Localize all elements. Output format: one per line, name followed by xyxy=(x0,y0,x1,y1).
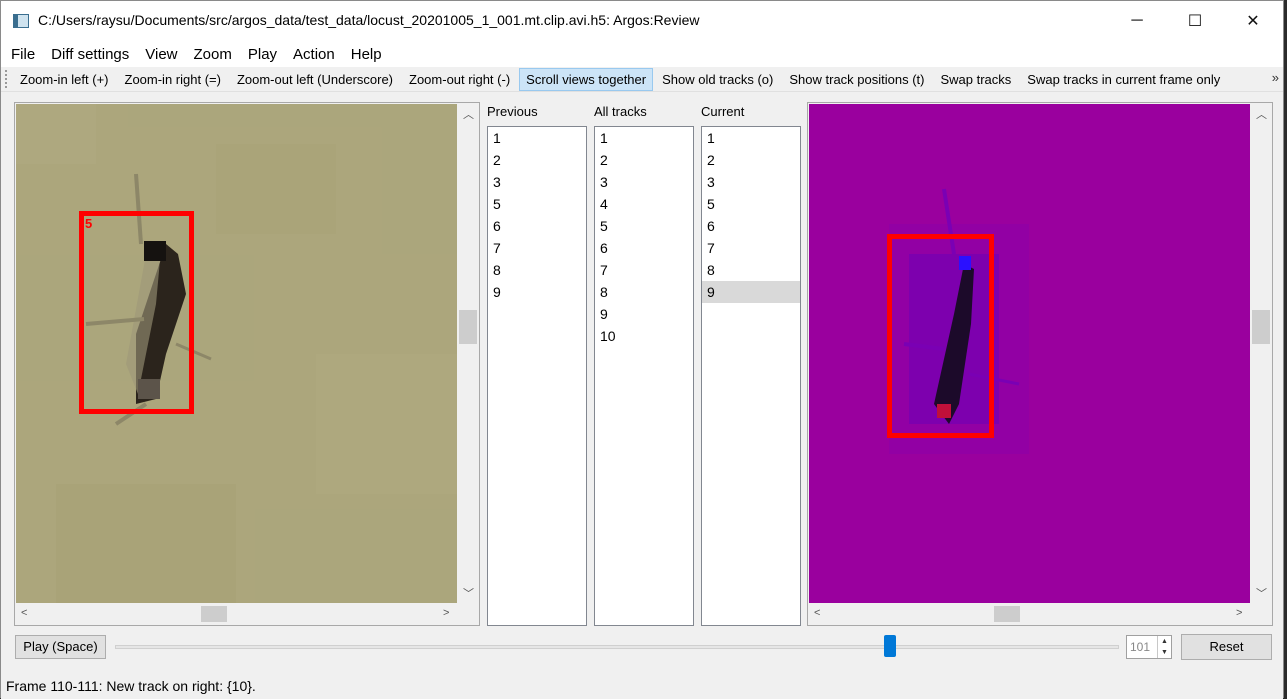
zoom-in-right-button[interactable]: Zoom-in right (=) xyxy=(118,68,228,91)
left-track-label: 5 xyxy=(85,216,93,231)
right-frame-canvas[interactable] xyxy=(809,104,1251,604)
play-button[interactable]: Play (Space) xyxy=(15,635,106,659)
show-old-tracks-button[interactable]: Show old tracks (o) xyxy=(655,68,780,91)
current-list-label: Current xyxy=(701,104,745,119)
scroll-right-icon[interactable]: > xyxy=(443,607,449,619)
all-tracks-list-label: All tracks xyxy=(594,104,647,119)
list-item[interactable]: 6 xyxy=(595,237,693,259)
title-bar: C:/Users/raysu/Documents/src/argos_data/… xyxy=(1,1,1283,41)
right-horizontal-scrollbar[interactable]: < > xyxy=(808,603,1252,625)
frame-slider-handle[interactable] xyxy=(884,635,896,657)
list-item[interactable]: 3 xyxy=(595,171,693,193)
left-vertical-scrollbar[interactable]: ︿ ﹀ xyxy=(457,103,479,605)
list-item[interactable]: 5 xyxy=(702,193,800,215)
swap-tracks-button[interactable]: Swap tracks xyxy=(933,68,1018,91)
toolbar: Zoom-in left (+) Zoom-in right (=) Zoom-… xyxy=(1,67,1283,92)
list-item[interactable]: 7 xyxy=(488,237,586,259)
list-item[interactable]: 9 xyxy=(595,303,693,325)
frame-spinbox[interactable]: 101 ▲ ▼ xyxy=(1126,635,1172,659)
zoom-in-left-button[interactable]: Zoom-in left (+) xyxy=(13,68,116,91)
swap-tracks-current-frame-button[interactable]: Swap tracks in current frame only xyxy=(1020,68,1227,91)
scroll-right-icon[interactable]: > xyxy=(1236,607,1242,619)
list-item[interactable]: 5 xyxy=(488,193,586,215)
menu-file[interactable]: File xyxy=(1,46,41,63)
main-window: C:/Users/raysu/Documents/src/argos_data/… xyxy=(0,0,1284,699)
list-item[interactable]: 8 xyxy=(488,259,586,281)
scroll-views-together-toggle[interactable]: Scroll views together xyxy=(519,67,654,91)
scroll-up-icon[interactable]: ︿ xyxy=(1256,106,1267,122)
left-vscroll-thumb[interactable] xyxy=(459,310,477,344)
right-frame-view: ︿ ﹀ < > xyxy=(807,102,1273,626)
close-button[interactable]: ✕ xyxy=(1224,1,1282,41)
scroll-left-icon[interactable]: < xyxy=(21,607,27,619)
status-text: Frame 110-111: New track on right: {10}. xyxy=(6,678,256,694)
list-item-selected[interactable]: 9 xyxy=(702,281,800,303)
list-item[interactable]: 2 xyxy=(488,149,586,171)
window-title: C:/Users/raysu/Documents/src/argos_data/… xyxy=(38,12,700,28)
scroll-left-icon[interactable]: < xyxy=(814,607,820,619)
list-item[interactable]: 10 xyxy=(595,325,693,347)
list-item[interactable]: 1 xyxy=(595,127,693,149)
list-item[interactable]: 6 xyxy=(488,215,586,237)
app-icon xyxy=(13,14,29,28)
list-item[interactable]: 1 xyxy=(488,127,586,149)
list-item[interactable]: 6 xyxy=(702,215,800,237)
left-horizontal-scrollbar[interactable]: < > xyxy=(15,603,459,625)
frame-slider[interactable] xyxy=(115,645,1119,649)
minimize-button[interactable]: ─ xyxy=(1108,1,1166,41)
left-frame-view: 5 ︿ ﹀ < > xyxy=(14,102,480,626)
previous-list-label: Previous xyxy=(487,104,538,119)
menu-help[interactable]: Help xyxy=(341,46,388,63)
toolbar-overflow-icon[interactable]: » xyxy=(1272,70,1279,85)
menu-action[interactable]: Action xyxy=(283,46,341,63)
frame-spinbox-value[interactable]: 101 xyxy=(1130,640,1150,654)
list-item[interactable]: 2 xyxy=(595,149,693,171)
menu-diff-settings[interactable]: Diff settings xyxy=(41,46,135,63)
zoom-out-left-button[interactable]: Zoom-out left (Underscore) xyxy=(230,68,400,91)
left-frame-canvas[interactable]: 5 xyxy=(16,104,458,604)
scroll-down-icon[interactable]: ﹀ xyxy=(1256,585,1267,601)
list-item[interactable]: 1 xyxy=(702,127,800,149)
list-item[interactable]: 9 xyxy=(488,281,586,303)
menu-view[interactable]: View xyxy=(135,46,183,63)
right-vertical-scrollbar[interactable]: ︿ ﹀ xyxy=(1250,103,1272,605)
menu-zoom[interactable]: Zoom xyxy=(184,46,238,63)
toolbar-grip[interactable] xyxy=(5,70,13,88)
all-tracks-list[interactable]: 1 2 3 4 5 6 7 8 9 10 xyxy=(594,126,694,626)
list-item[interactable]: 2 xyxy=(702,149,800,171)
scroll-up-icon[interactable]: ︿ xyxy=(463,106,474,122)
right-frame-image xyxy=(809,104,1251,604)
maximize-button[interactable]: ☐ xyxy=(1166,1,1224,41)
show-track-positions-button[interactable]: Show track positions (t) xyxy=(782,68,931,91)
list-item[interactable]: 7 xyxy=(702,237,800,259)
list-item[interactable]: 8 xyxy=(702,259,800,281)
zoom-out-right-button[interactable]: Zoom-out right (-) xyxy=(402,68,517,91)
list-item[interactable]: 3 xyxy=(702,171,800,193)
menu-play[interactable]: Play xyxy=(238,46,283,63)
list-item[interactable]: 3 xyxy=(488,171,586,193)
scroll-down-icon[interactable]: ﹀ xyxy=(463,585,474,601)
left-hscroll-thumb[interactable] xyxy=(201,606,227,622)
right-hscroll-thumb[interactable] xyxy=(994,606,1020,622)
list-item[interactable]: 8 xyxy=(595,281,693,303)
left-track-box xyxy=(79,211,194,414)
previous-list[interactable]: 1 2 3 5 6 7 8 9 xyxy=(487,126,587,626)
menu-bar: File Diff settings View Zoom Play Action… xyxy=(1,41,1283,67)
reset-button[interactable]: Reset xyxy=(1181,634,1272,660)
spin-arrows-icon[interactable]: ▲ ▼ xyxy=(1157,636,1171,658)
right-track-box xyxy=(887,234,994,438)
list-item[interactable]: 7 xyxy=(595,259,693,281)
status-bar: Frame 110-111: New track on right: {10}. xyxy=(1,675,1283,699)
current-list[interactable]: 1 2 3 5 6 7 8 9 xyxy=(701,126,801,626)
right-vscroll-thumb[interactable] xyxy=(1252,310,1270,344)
list-item[interactable]: 4 xyxy=(595,193,693,215)
list-item[interactable]: 5 xyxy=(595,215,693,237)
